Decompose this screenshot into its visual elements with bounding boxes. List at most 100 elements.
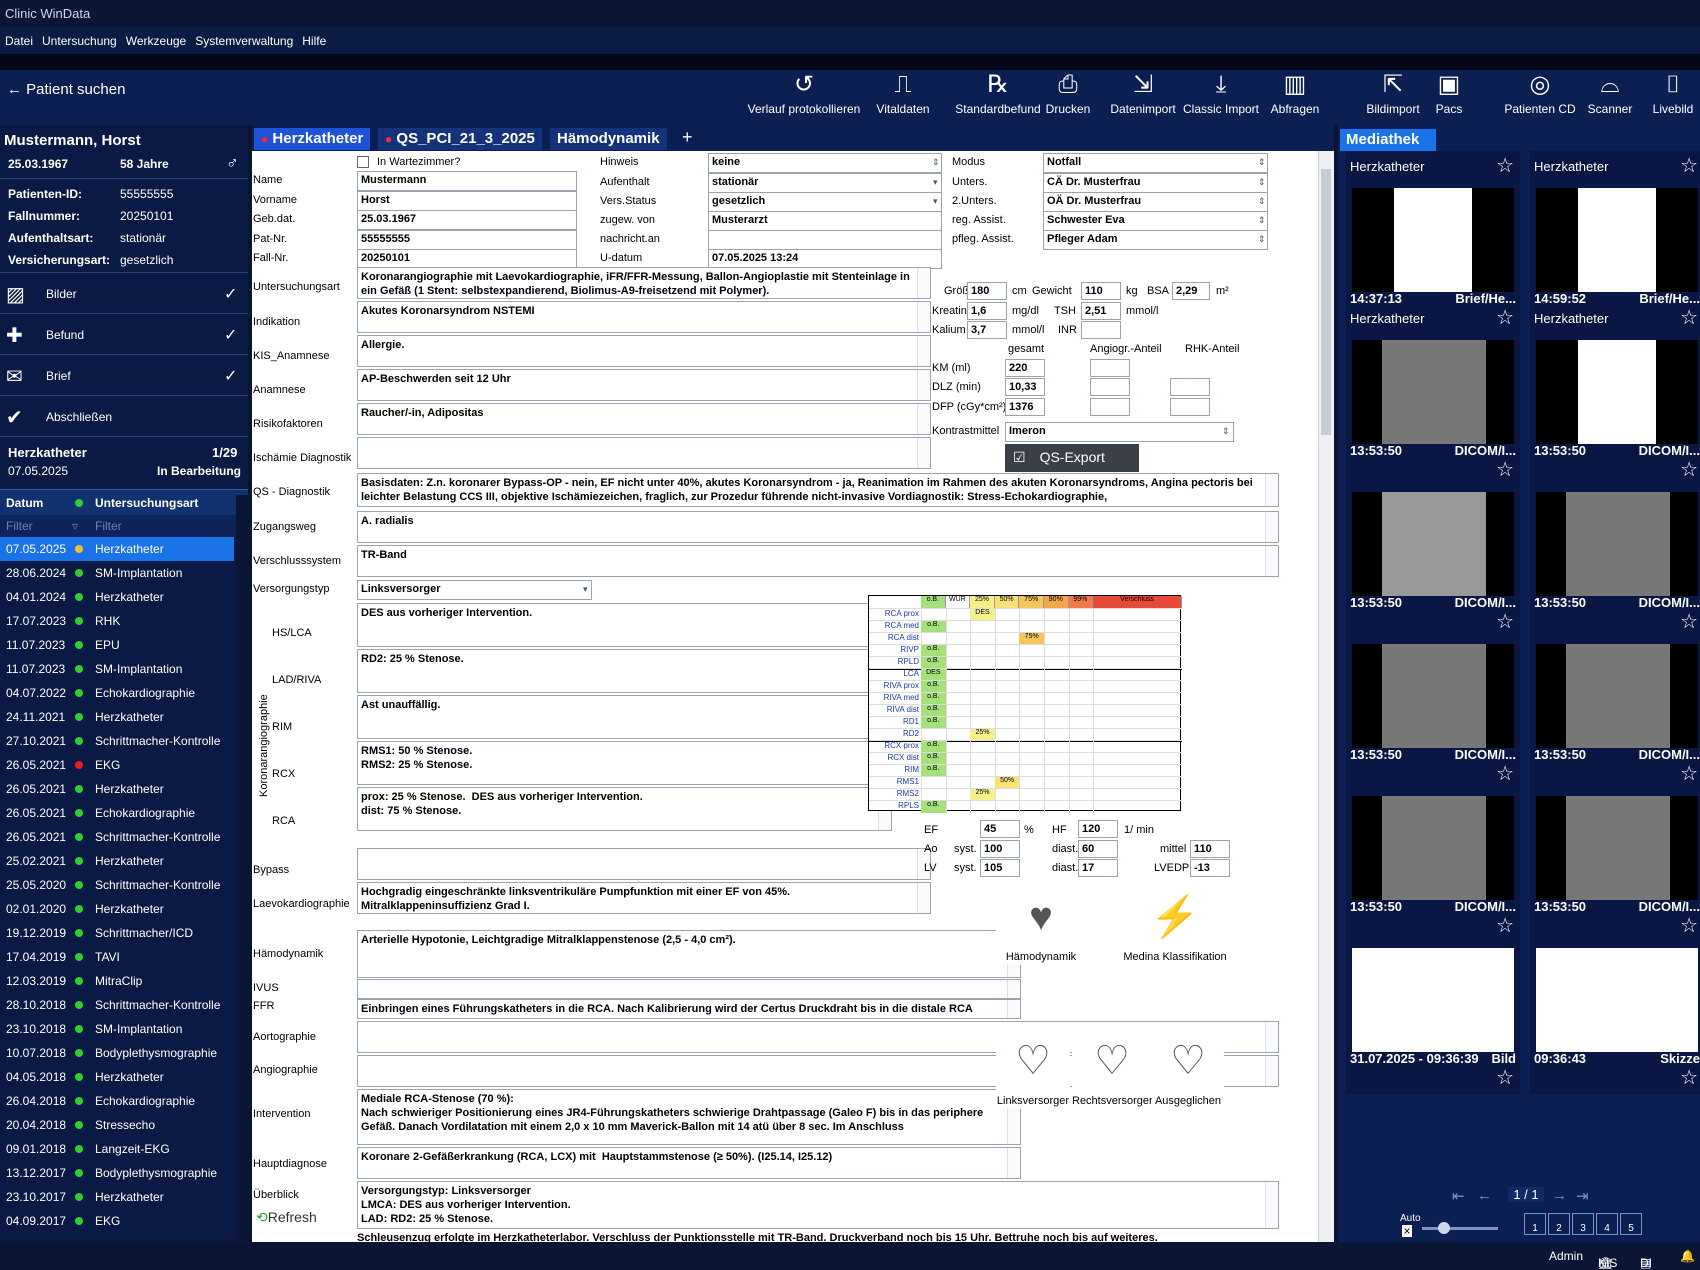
- col-type-header[interactable]: Untersuchungsart: [95, 496, 198, 510]
- tab-qs-pci[interactable]: ● QS_PCI_21_3_2025: [378, 128, 542, 150]
- textarea-scrollbar[interactable]: [1265, 474, 1278, 506]
- toolbar-button-0[interactable]: ↺ Verlauf protokollieren: [746, 70, 862, 125]
- dfp-rhk-field[interactable]: [1170, 398, 1210, 416]
- dropdown-arrow-icon[interactable]: ▾: [583, 584, 588, 595]
- unters-field[interactable]: CÄ Dr. Musterfrau: [1043, 173, 1268, 193]
- ao_mittel-field[interactable]: 110: [1190, 840, 1230, 858]
- table-row[interactable]: 23.10.2017 Herzkatheter: [0, 1185, 234, 1209]
- risiko-textarea[interactable]: Raucher/-in, Adipositas: [357, 403, 931, 435]
- table-row[interactable]: 07.05.2025 Herzkatheter: [0, 537, 234, 561]
- hslca-textarea[interactable]: DES aus vorheriger Intervention.: [357, 603, 892, 647]
- gewicht-field[interactable]: 110: [1081, 282, 1121, 300]
- stenosis-cell[interactable]: [1019, 801, 1044, 813]
- dlz-angiogr-field[interactable]: [1090, 378, 1130, 396]
- layout-button-1[interactable]: 1: [1524, 1213, 1546, 1235]
- type-filter-input[interactable]: Filter: [95, 519, 122, 533]
- media-thumbnail[interactable]: 09:36:43 Skizze ☆: [1530, 942, 1700, 1094]
- table-row[interactable]: 04.05.2018 Herzkatheter: [0, 1065, 234, 1089]
- toolbar-button-6[interactable]: ▥ Abfragen: [1270, 70, 1320, 125]
- textarea-scrollbar[interactable]: [917, 883, 930, 913]
- workflow-step-bilder[interactable]: ▨ Bilder ✓: [0, 273, 248, 314]
- table-row[interactable]: 17.07.2023 RHK: [0, 609, 234, 633]
- stenosis-cell[interactable]: [1093, 801, 1182, 813]
- dropdown-arrow-icon[interactable]: ⇕: [1258, 177, 1266, 188]
- favorite-star-icon[interactable]: ☆: [1496, 913, 1514, 938]
- km-angiogr-field[interactable]: [1090, 359, 1130, 377]
- patient-search-button[interactable]: ← Patient suchen: [7, 81, 125, 98]
- tab-haemodynamik[interactable]: Hämodynamik: [550, 128, 667, 150]
- toolbar-button-5[interactable]: ⤓ Classic Import: [1181, 70, 1261, 125]
- table-row[interactable]: 26.05.2021 EKG: [0, 753, 234, 777]
- media-thumbnail[interactable]: 13:53:50 DICOM/I... ☆: [1346, 790, 1520, 942]
- patnr-field[interactable]: 55555555: [357, 230, 577, 250]
- media-thumbnail[interactable]: 14:59:52 Brief/He... Herzkatheter ☆: [1530, 182, 1700, 334]
- gebdat-field[interactable]: 25.03.1967: [357, 210, 577, 230]
- zugew-field[interactable]: Musterarzt: [708, 211, 942, 231]
- workflow-step-abschließen[interactable]: ✔ Abschließen: [0, 396, 248, 437]
- tsh-field[interactable]: 2,51: [1081, 302, 1121, 320]
- kis-textarea[interactable]: Allergie.: [357, 335, 931, 367]
- layout-button-4[interactable]: 4: [1596, 1213, 1618, 1235]
- media-thumbnail[interactable]: Herzkatheter ☆: [1530, 151, 1700, 182]
- inr-field[interactable]: [1081, 321, 1121, 339]
- textarea-scrollbar[interactable]: [1265, 546, 1278, 576]
- versorgung-field[interactable]: Linksversorger: [357, 580, 592, 600]
- stenosis-cell[interactable]: [994, 801, 1020, 813]
- textarea-scrollbar[interactable]: [917, 302, 930, 332]
- table-row[interactable]: 11.07.2023 EPU: [0, 633, 234, 657]
- ao_diast-field[interactable]: 60: [1078, 840, 1118, 858]
- dropdown-arrow-icon[interactable]: ⇕: [1258, 157, 1266, 168]
- filter-funnel-icon[interactable]: ▿: [72, 519, 78, 533]
- table-row[interactable]: 25.02.2021 Herzkatheter: [0, 849, 234, 873]
- menu-item-1[interactable]: Untersuchung: [37, 27, 117, 48]
- menu-item-2[interactable]: Werkzeuge: [121, 27, 186, 48]
- favorite-star-icon[interactable]: ☆: [1496, 457, 1514, 482]
- km-field[interactable]: 220: [1005, 359, 1045, 377]
- textarea-scrollbar[interactable]: [917, 404, 930, 434]
- dlz-field[interactable]: 10,33: [1005, 378, 1045, 396]
- table-row[interactable]: 10.07.2018 Bodyplethysmographie: [0, 1041, 234, 1065]
- table-row[interactable]: 24.11.2021 Herzkatheter: [0, 705, 234, 729]
- favorite-star-icon[interactable]: ☆: [1680, 305, 1698, 330]
- menu-item-4[interactable]: Hilfe: [297, 27, 326, 48]
- dlz-rhk-field[interactable]: [1170, 378, 1210, 396]
- wartezimmer-checkbox[interactable]: [357, 156, 369, 168]
- refresh-button[interactable]: ⟲Refresh: [256, 1209, 317, 1226]
- stenosis-mark[interactable]: o.B.: [921, 801, 946, 813]
- laevo-textarea[interactable]: Hochgradig eingeschränkte linksventrikul…: [357, 882, 931, 914]
- textarea-scrollbar[interactable]: [1265, 1022, 1278, 1052]
- name-field[interactable]: Mustermann: [357, 171, 577, 191]
- media-toolbar-button-4[interactable]: ⌷ Livebild: [1650, 70, 1696, 125]
- table-row[interactable]: 09.01.2018 Langzeit-EKG: [0, 1137, 234, 1161]
- groesse-field[interactable]: 180: [967, 282, 1007, 300]
- textarea-scrollbar[interactable]: [1007, 980, 1020, 998]
- history-scrollbar[interactable]: [236, 495, 248, 1241]
- dropdown-arrow-icon[interactable]: ⇕: [1258, 196, 1266, 207]
- pager-last-icon[interactable]: ⇥: [1576, 1187, 1589, 1205]
- favorite-star-icon[interactable]: ☆: [1496, 1065, 1514, 1090]
- dropdown-arrow-icon[interactable]: ⇕: [932, 157, 940, 168]
- regassist-field[interactable]: Schwester Eva: [1043, 211, 1268, 231]
- media-thumbnail[interactable]: 13:53:50 DICOM/I... ☆: [1530, 638, 1700, 790]
- ef-field[interactable]: 45: [980, 820, 1020, 838]
- ueber-textarea[interactable]: Versorgungstyp: Linksversorger LMCA: DES…: [357, 1181, 1279, 1229]
- dfp-angiogr-field[interactable]: [1090, 398, 1130, 416]
- lv_syst-field[interactable]: 105: [980, 859, 1020, 877]
- favorite-star-icon[interactable]: ☆: [1680, 761, 1698, 786]
- add-tab-button[interactable]: +: [682, 127, 693, 148]
- stenosis-cell[interactable]: [1068, 801, 1094, 813]
- textarea-scrollbar[interactable]: [917, 370, 930, 400]
- flegassist-field[interactable]: Pfleger Adam: [1043, 230, 1268, 250]
- media-toolbar-button-0[interactable]: ⇱ Bildimport: [1363, 70, 1423, 125]
- tab-herzkatheter[interactable]: ● Herzkatheter: [254, 128, 371, 150]
- table-row[interactable]: 04.01.2024 Herzkatheter: [0, 585, 234, 609]
- qs-export-button[interactable]: ☑ QS-Export: [1005, 444, 1139, 472]
- pager-next-icon[interactable]: →: [1552, 1187, 1567, 1204]
- layout-button-2[interactable]: 2: [1548, 1213, 1570, 1235]
- haupt-textarea[interactable]: Koronare 2-Gefäßerkrankung (RCA, LCX) mi…: [357, 1147, 1021, 1179]
- lv_diast-field[interactable]: 17: [1078, 859, 1118, 877]
- ffr-textarea[interactable]: Einbringen eines Führungskatheters in di…: [357, 999, 1021, 1019]
- textarea-scrollbar[interactable]: [1007, 1148, 1020, 1178]
- hinweis-field[interactable]: keine: [708, 153, 942, 173]
- hf-field[interactable]: 120: [1078, 820, 1118, 838]
